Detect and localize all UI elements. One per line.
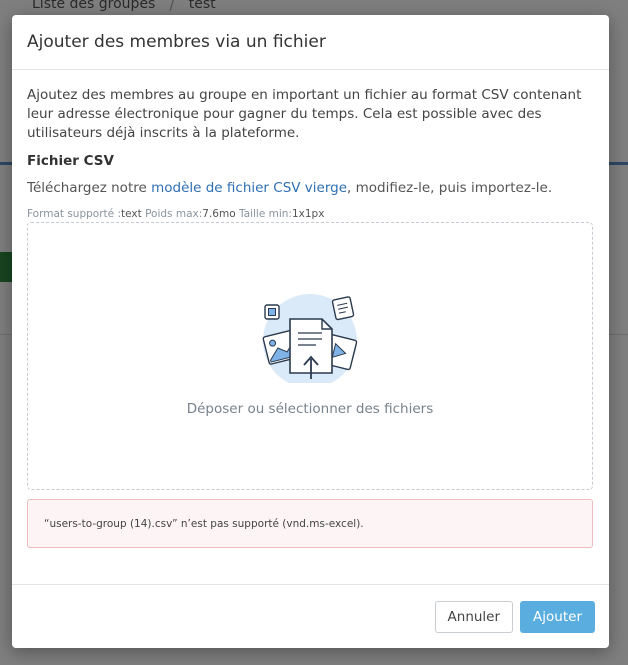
cancel-button[interactable]: Annuler <box>434 600 514 633</box>
csv-template-link[interactable]: modèle de fichier CSV vierge <box>151 180 347 196</box>
download-instructions: Téléchargez notre modèle de fichier CSV … <box>27 179 594 198</box>
download-prefix: Téléchargez notre <box>27 180 152 196</box>
download-suffix: , modifiez-le, puis importez-le. <box>347 180 553 196</box>
modal-body: Ajoutez des membres au groupe en importa… <box>12 70 609 548</box>
file-dropzone[interactable]: Déposer ou sélectionner des fichiers <box>27 222 593 490</box>
weight-label: Poids max: <box>141 208 203 220</box>
dropzone-text: Déposer ou sélectionner des fichiers <box>186 401 434 417</box>
intro-text: Ajoutez des membres au groupe en importa… <box>27 87 582 141</box>
size-label: Taille min: <box>235 208 292 220</box>
weight-value: 7.6mo <box>202 208 236 220</box>
file-upload-illustration-icon <box>262 294 358 383</box>
add-button[interactable]: Ajouter <box>520 600 595 633</box>
format-info: Format supporté :text Poids max:7.6mo Ta… <box>27 208 594 220</box>
modal-title: Ajouter des membres via un fichier <box>27 32 326 52</box>
error-message: “users-to-group (14).csv” n’est pas supp… <box>44 517 364 530</box>
modal-header: Ajouter des membres via un fichier <box>12 15 609 70</box>
section-title: Fichier CSV <box>27 153 114 169</box>
import-members-modal: Ajouter des membres via un fichier Ajout… <box>12 15 609 648</box>
format-label: Format supporté : <box>27 208 121 220</box>
format-value: text <box>121 208 142 220</box>
size-value: 1x1px <box>291 208 325 220</box>
modal-footer: Annuler Ajouter <box>12 584 609 648</box>
error-alert: “users-to-group (14).csv” n’est pas supp… <box>27 499 593 548</box>
